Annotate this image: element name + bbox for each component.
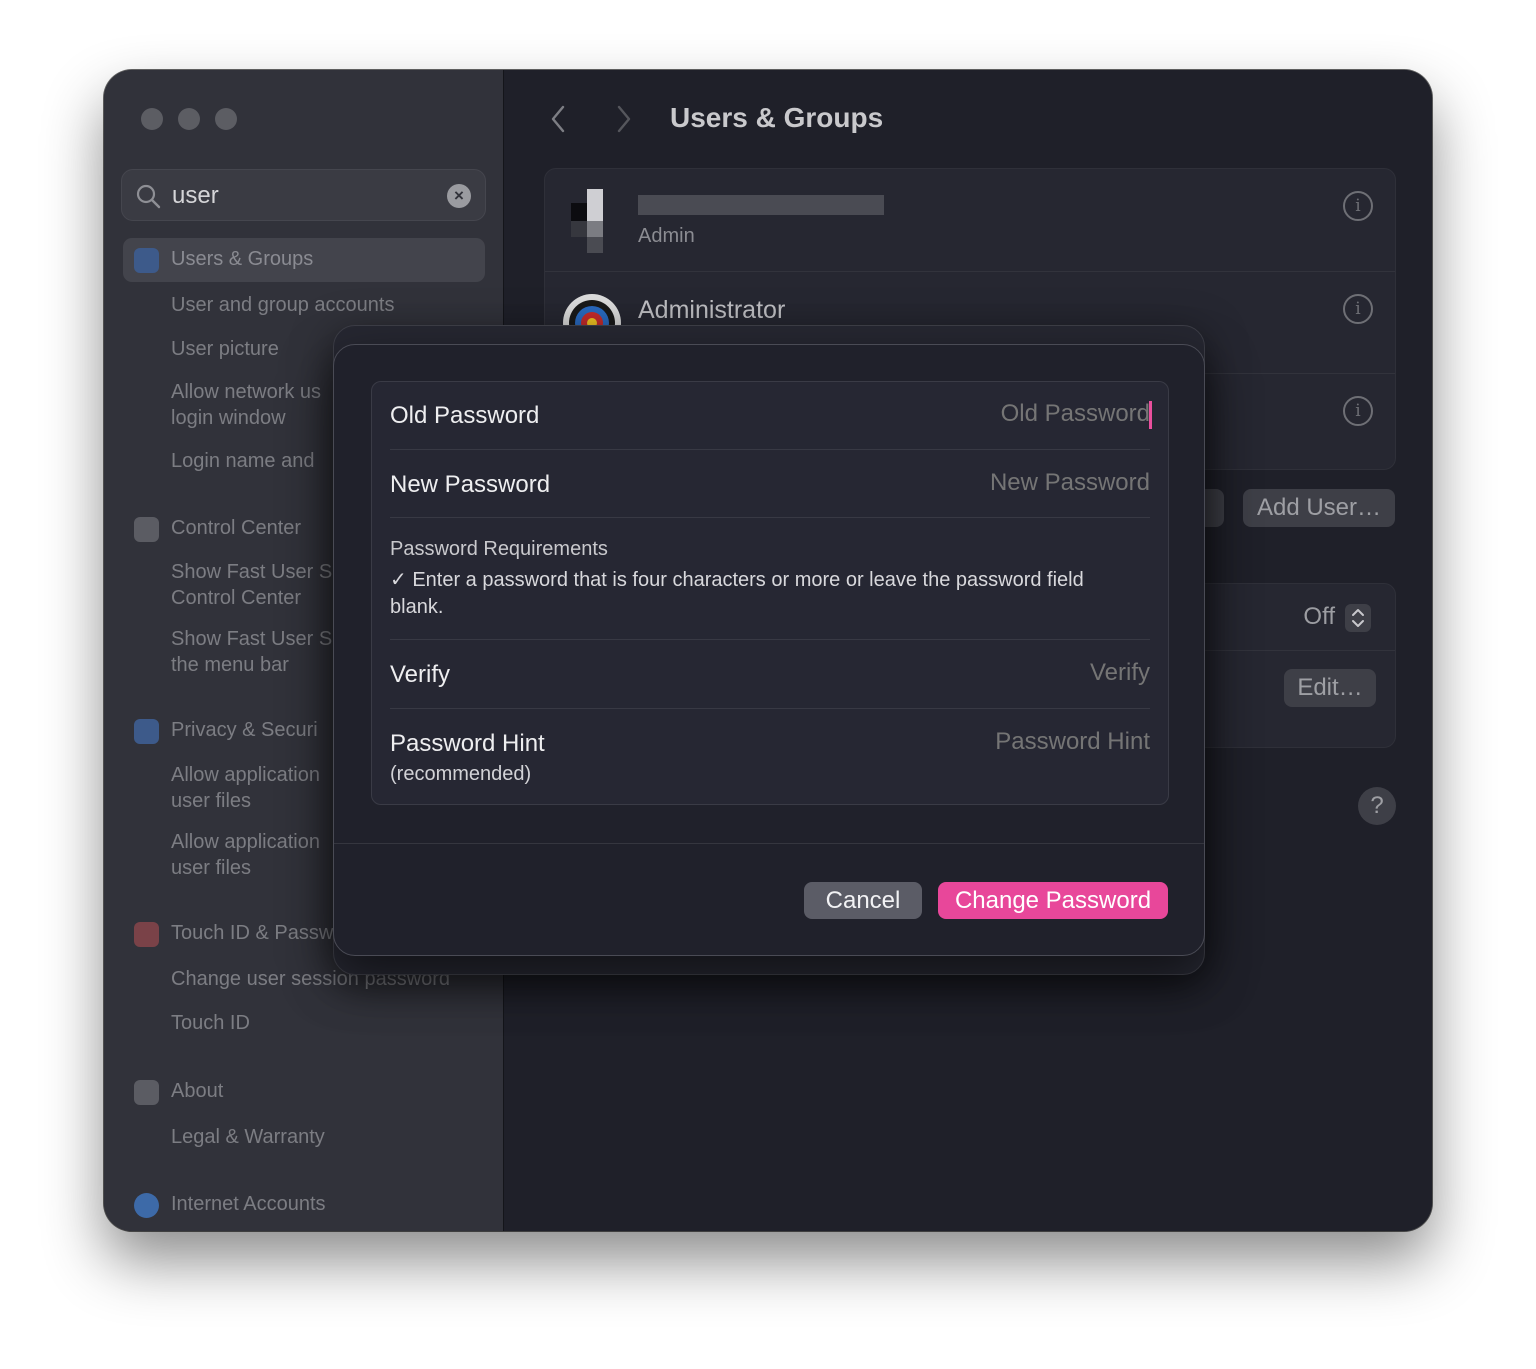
- password-hint-input[interactable]: [850, 728, 1150, 756]
- cancel-button[interactable]: Cancel: [804, 882, 922, 919]
- change-password-button[interactable]: Change Password: [938, 882, 1168, 919]
- password-requirements: Password Requirements ✓ Enter a password…: [390, 518, 1150, 640]
- verify-input[interactable]: [850, 659, 1150, 687]
- old-password-row: Old Password: [390, 382, 1152, 450]
- old-password-input[interactable]: [850, 400, 1150, 428]
- verify-row: Verify: [390, 640, 1150, 709]
- text-caret: [1149, 401, 1152, 429]
- requirements-text: ✓ Enter a password that is four characte…: [390, 569, 1084, 618]
- password-hint-label: Password Hint: [390, 730, 545, 757]
- requirements-title: Password Requirements: [390, 538, 608, 560]
- new-password-input[interactable]: [850, 469, 1150, 497]
- new-password-row: New Password: [390, 450, 1150, 518]
- password-form: Old Password New Password Password Requi…: [371, 381, 1169, 805]
- new-password-label: New Password: [390, 471, 551, 498]
- verify-label: Verify: [390, 661, 451, 688]
- settings-window: user × Users & Groups User and group acc…: [104, 70, 1432, 1231]
- change-password-dialog: Old Password New Password Password Requi…: [333, 344, 1205, 956]
- password-hint-row: Password Hint (recommended): [390, 709, 1150, 805]
- sheet-divider: [334, 843, 1204, 844]
- old-password-label: Old Password: [390, 402, 540, 429]
- password-hint-sublabel: (recommended): [390, 763, 532, 785]
